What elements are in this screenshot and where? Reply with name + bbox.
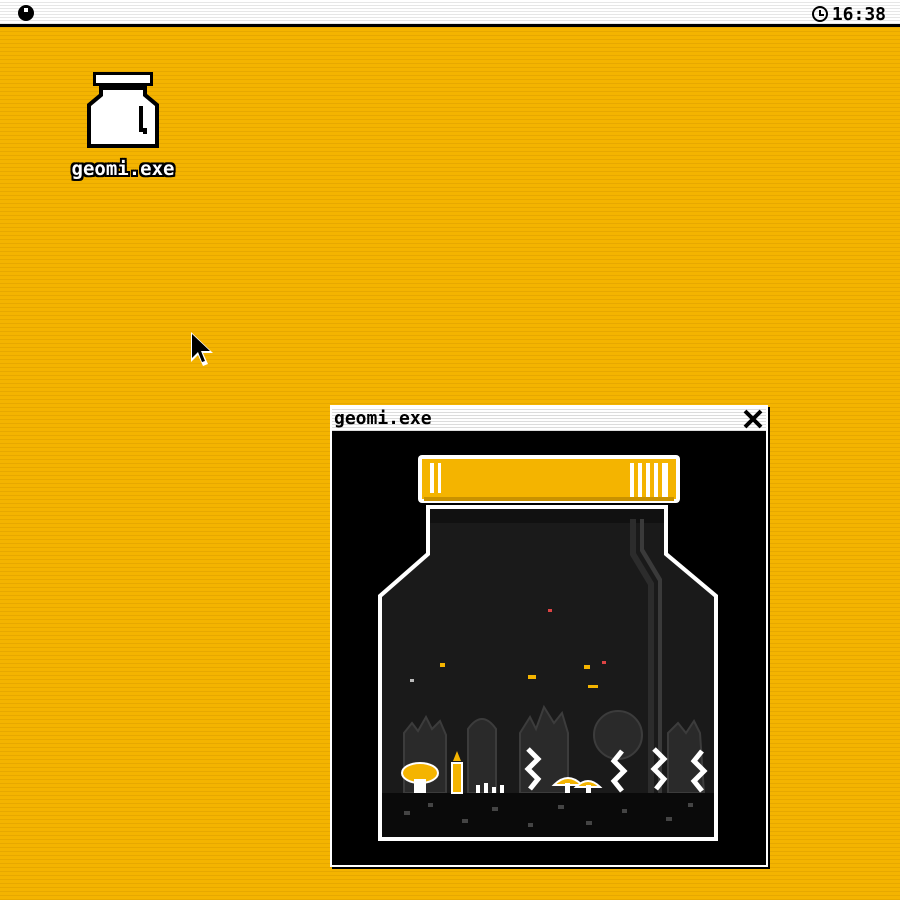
menu-bar: 16:38 bbox=[0, 0, 900, 27]
clock[interactable]: 16:38 bbox=[811, 3, 886, 25]
jar-soil bbox=[382, 793, 714, 837]
desktop-icon-geomi[interactable]: geomi.exe bbox=[60, 70, 186, 190]
jar-lid bbox=[422, 459, 676, 499]
close-icon[interactable] bbox=[742, 408, 764, 430]
clock-time: 16:38 bbox=[831, 3, 886, 25]
terrarium-jar-scene bbox=[378, 455, 718, 841]
window-content bbox=[332, 433, 766, 865]
jar-icon bbox=[87, 72, 159, 148]
desktop-icon-label: geomi.exe bbox=[71, 158, 175, 180]
cursor-arrow-icon bbox=[191, 332, 213, 366]
window-titlebar[interactable]: geomi.exe bbox=[332, 407, 766, 433]
window-title: geomi.exe bbox=[334, 408, 432, 429]
clock-icon bbox=[811, 6, 828, 22]
system-menu-icon[interactable] bbox=[18, 5, 34, 21]
geomi-window[interactable]: geomi.exe bbox=[330, 405, 768, 867]
